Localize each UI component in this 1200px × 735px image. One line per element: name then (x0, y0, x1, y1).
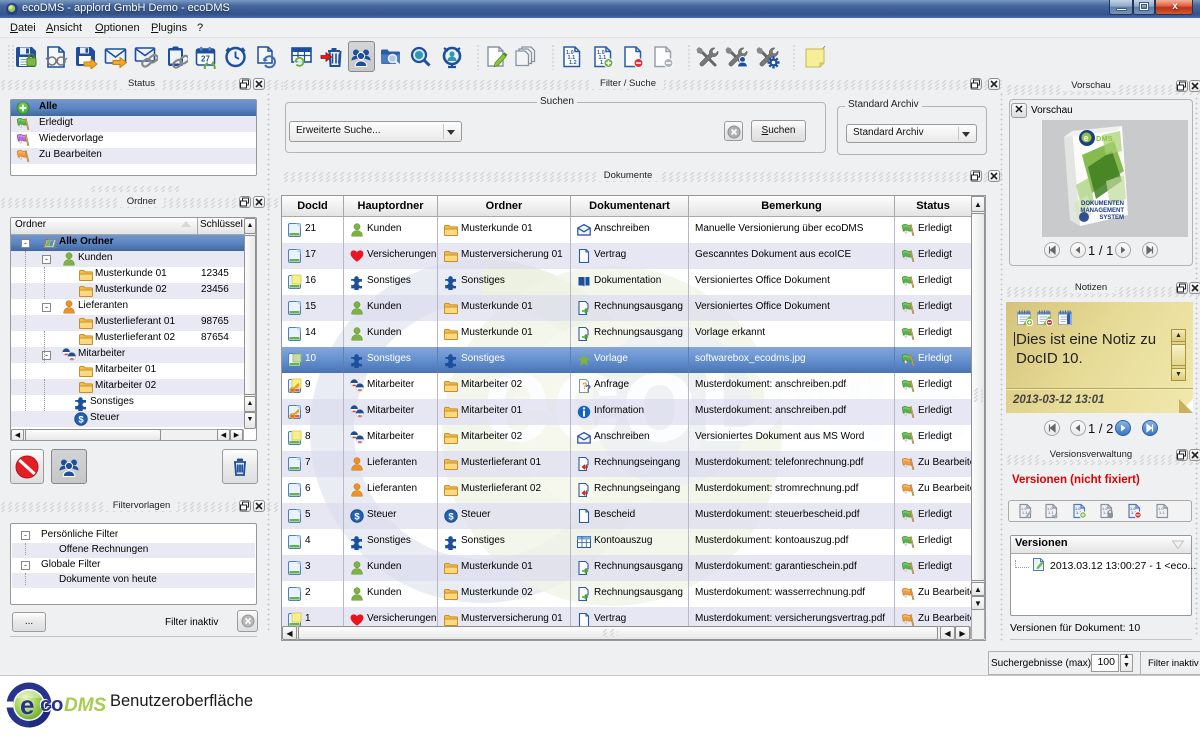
svg-text:1.1: 1.1 (1048, 510, 1054, 515)
svg-text:DMS: DMS (1096, 134, 1113, 143)
svg-text:$: $ (354, 511, 360, 522)
svg-text:DOKUMENTEN: DOKUMENTEN (1081, 201, 1124, 207)
svg-text:27: 27 (201, 55, 210, 64)
svg-text:SYSTEM: SYSTEM (1099, 215, 1124, 221)
svg-text:?: ? (586, 384, 592, 394)
svg-text:$: $ (448, 511, 454, 522)
svg-text:e: e (1084, 133, 1089, 143)
svg-text:$: $ (78, 414, 84, 425)
svg-text:1.1: 1.1 (1159, 510, 1165, 515)
svg-text:1.2: 1.2 (569, 60, 577, 66)
